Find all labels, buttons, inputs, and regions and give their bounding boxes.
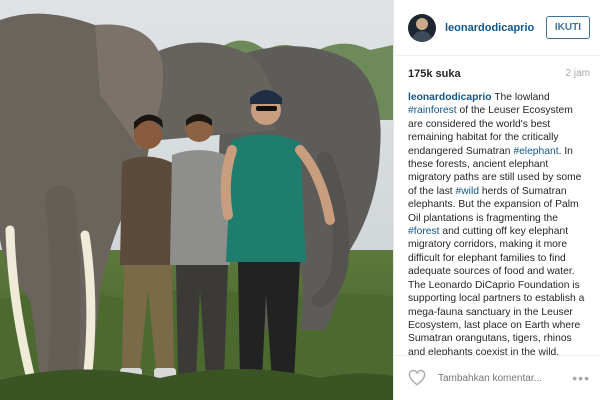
caption-hashtag-link[interactable]: #elephant: [513, 146, 558, 157]
caption-text-1: The lowland #rainforest of the Leuser Ec…: [408, 92, 584, 355]
instagram-post-window: leonardodicaprio IKUTI 175k suka 2 jam l…: [0, 0, 600, 400]
caption-hashtag-link[interactable]: #forest: [408, 226, 439, 237]
caption-hashtag-link[interactable]: #wild: [456, 186, 479, 197]
caption: leonardodicaprio The lowland #rainforest…: [394, 91, 600, 355]
post-meta: 175k suka 2 jam: [394, 56, 600, 91]
avatar[interactable]: [408, 13, 436, 42]
heart-icon[interactable]: [408, 369, 426, 387]
post-header: leonardodicaprio IKUTI: [394, 0, 600, 56]
comment-input[interactable]: [436, 371, 573, 385]
likes-count[interactable]: 175k suka: [408, 68, 461, 80]
post-sidebar: leonardodicaprio IKUTI 175k suka 2 jam l…: [393, 0, 600, 400]
more-options-icon[interactable]: •••: [572, 370, 590, 386]
caption-text-run: and cutting off key elephant migratory c…: [408, 226, 585, 355]
caption-paragraph-1: leonardodicaprio The lowland #rainforest…: [408, 91, 590, 355]
caption-hashtag-link[interactable]: #rainforest: [408, 105, 457, 116]
photo-elephants-and-people: [0, 0, 393, 400]
caption-text-run: The lowland: [491, 92, 550, 103]
post-photo[interactable]: [0, 0, 393, 400]
caption-author-link[interactable]: leonardodicaprio: [408, 92, 492, 103]
follow-button[interactable]: IKUTI: [545, 16, 590, 39]
username-link[interactable]: leonardodicaprio: [445, 22, 546, 34]
timestamp: 2 jam: [565, 68, 590, 79]
comment-bar: •••: [394, 355, 600, 400]
